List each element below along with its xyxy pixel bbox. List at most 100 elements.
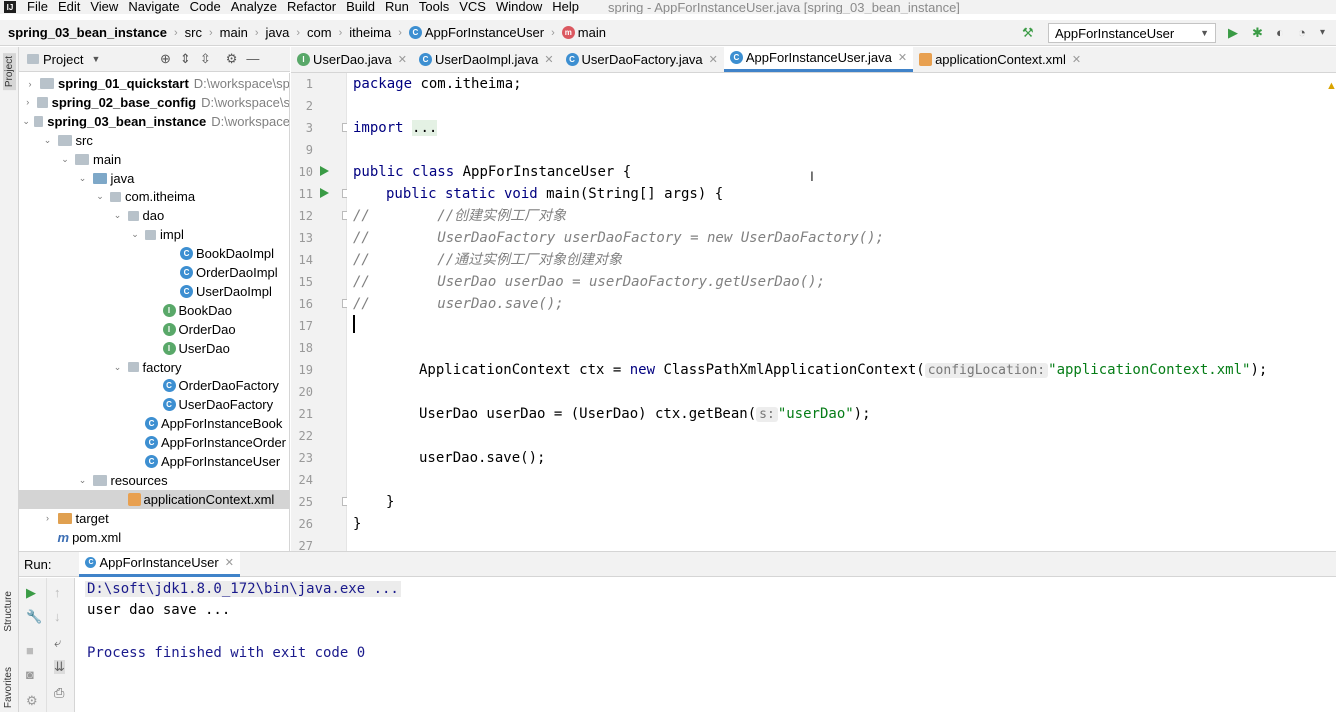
run-configuration-select[interactable]: AppForInstanceUser ▼ bbox=[1048, 23, 1216, 43]
tree-item[interactable]: › spring_02_base_config D:\workspace\s bbox=[19, 93, 289, 112]
tree-item[interactable]: ⌄ com.itheima bbox=[19, 187, 289, 206]
tree-item[interactable]: ⌄ factory bbox=[19, 358, 289, 377]
print-icon[interactable]: ⎙ bbox=[54, 686, 64, 700]
close-icon[interactable]: ✕ bbox=[898, 51, 907, 64]
breadcrumb-project[interactable]: spring_03_bean_instance bbox=[8, 25, 167, 40]
more-chevron-icon[interactable]: ▾ bbox=[1320, 26, 1325, 40]
chevron-down-icon[interactable]: ⌄ bbox=[94, 191, 106, 202]
tree-item[interactable]: ⌄ src bbox=[19, 131, 289, 150]
camera-icon[interactable]: ◙ bbox=[26, 668, 34, 682]
tree-item[interactable]: ⌄ java bbox=[19, 169, 289, 188]
chevron-down-icon[interactable]: ⌄ bbox=[59, 154, 71, 165]
close-icon[interactable]: ✕ bbox=[398, 53, 407, 66]
tool-window-project[interactable]: Project bbox=[3, 53, 16, 91]
breadcrumb-method[interactable]: m main bbox=[561, 25, 606, 40]
menu-code[interactable]: Code bbox=[190, 0, 221, 14]
project-view-selector[interactable]: Project bbox=[43, 52, 83, 67]
close-icon[interactable]: ✕ bbox=[225, 556, 234, 569]
breadcrumb-main[interactable]: main bbox=[220, 25, 248, 40]
expand-all-icon[interactable]: ⇕ bbox=[180, 51, 191, 67]
menu-refactor[interactable]: Refactor bbox=[287, 0, 336, 14]
tree-item[interactable]: C OrderDaoImpl bbox=[19, 263, 289, 282]
tab-userdaoimpl[interactable]: C UserDaoImpl.java ✕ bbox=[413, 47, 560, 72]
tree-item[interactable]: › target bbox=[19, 509, 289, 528]
chevron-down-icon[interactable]: ⌄ bbox=[129, 229, 141, 240]
breadcrumb-java[interactable]: java bbox=[266, 25, 290, 40]
menu-edit[interactable]: Edit bbox=[58, 0, 80, 14]
gear-icon[interactable]: ⚙ bbox=[226, 51, 238, 67]
tree-item[interactable]: m pom.xml bbox=[19, 528, 289, 547]
tree-item[interactable]: ⌄ spring_03_bean_instance D:\workspace bbox=[19, 112, 289, 131]
wrench-icon[interactable]: 🔧 bbox=[26, 610, 42, 624]
breadcrumb-src[interactable]: src bbox=[185, 25, 202, 40]
soft-wrap-icon[interactable]: ⤶ bbox=[54, 636, 61, 650]
tree-item[interactable]: C UserDaoFactory bbox=[19, 395, 289, 414]
settings-icon[interactable]: ⚙ bbox=[26, 694, 38, 708]
tree-item[interactable]: ⌄ dao bbox=[19, 206, 289, 225]
arrow-down-icon[interactable]: ↓ bbox=[54, 610, 61, 624]
hide-icon[interactable]: — bbox=[246, 51, 259, 67]
tab-applicationcontext-xml[interactable]: applicationContext.xml ✕ bbox=[913, 47, 1087, 72]
locate-icon[interactable]: ⊕ bbox=[160, 51, 171, 67]
menu-build[interactable]: Build bbox=[346, 0, 375, 14]
tree-item[interactable]: ⌄ main bbox=[19, 150, 289, 169]
warning-icon[interactable]: ▲ bbox=[1326, 80, 1336, 92]
stop-icon[interactable]: ■ bbox=[26, 644, 34, 658]
tree-item[interactable]: C OrderDaoFactory bbox=[19, 376, 289, 395]
coverage-icon[interactable]: ◐ bbox=[1276, 26, 1284, 40]
menu-vcs[interactable]: VCS bbox=[459, 0, 486, 14]
tree-item[interactable]: C BookDaoImpl bbox=[19, 244, 289, 263]
tab-appforinstanceuser[interactable]: C AppForInstanceUser.java ✕ bbox=[723, 46, 914, 72]
tree-item[interactable]: ⌄ resources bbox=[19, 471, 289, 490]
tree-item[interactable]: ⌄ impl bbox=[19, 225, 289, 244]
run-tab[interactable]: C AppForInstanceUser ✕ bbox=[79, 551, 240, 577]
profile-icon[interactable]: ◔ bbox=[1298, 26, 1306, 40]
tree-item[interactable]: C AppForInstanceBook bbox=[19, 414, 289, 433]
arrow-up-icon[interactable]: ↑ bbox=[54, 586, 61, 600]
menu-analyze[interactable]: Analyze bbox=[231, 0, 277, 14]
rerun-icon[interactable]: ▶ bbox=[26, 586, 36, 600]
breadcrumb-com[interactable]: com bbox=[307, 25, 332, 40]
run-icon[interactable]: ▶ bbox=[1228, 26, 1238, 40]
debug-icon[interactable]: ✱ bbox=[1252, 26, 1263, 40]
chevron-down-icon[interactable]: ⌄ bbox=[77, 475, 89, 486]
menu-navigate[interactable]: Navigate bbox=[128, 0, 179, 14]
tree-item[interactable]: I OrderDao bbox=[19, 320, 289, 339]
menu-help[interactable]: Help bbox=[552, 0, 579, 14]
console-output[interactable]: D:\soft\jdk1.8.0_172\bin\java.exe ... us… bbox=[75, 578, 1336, 712]
tab-userdao[interactable]: I UserDao.java ✕ bbox=[291, 47, 413, 72]
chevron-down-icon[interactable]: ⌄ bbox=[112, 362, 124, 373]
menu-window[interactable]: Window bbox=[496, 0, 542, 14]
tree-item[interactable]: C AppForInstanceUser bbox=[19, 452, 289, 471]
chevron-right-icon[interactable]: › bbox=[23, 97, 33, 107]
folded-imports[interactable]: ... bbox=[412, 120, 438, 136]
chevron-down-icon[interactable]: ⌄ bbox=[77, 173, 89, 184]
menu-tools[interactable]: Tools bbox=[419, 0, 449, 14]
tree-item[interactable]: I BookDao bbox=[19, 301, 289, 320]
breadcrumb-itheima[interactable]: itheima bbox=[349, 25, 391, 40]
tool-window-structure[interactable]: Structure bbox=[3, 591, 14, 632]
tab-userdaofactory[interactable]: C UserDaoFactory.java ✕ bbox=[560, 47, 724, 72]
run-gutter-icon[interactable] bbox=[320, 188, 329, 198]
chevron-down-icon[interactable]: ⌄ bbox=[22, 116, 30, 127]
tool-window-favorites[interactable]: Favorites bbox=[3, 667, 14, 708]
menu-file[interactable]: File bbox=[27, 0, 48, 14]
code-editor[interactable]: package com.itheima; import ... public c… bbox=[347, 73, 1336, 551]
tree-item[interactable]: › spring_01_quickstart D:\workspace\sp bbox=[19, 74, 290, 93]
close-icon[interactable]: ✕ bbox=[544, 53, 553, 66]
close-icon[interactable]: ✕ bbox=[709, 53, 718, 66]
collapse-all-icon[interactable]: ⇳ bbox=[200, 51, 211, 67]
tree-item[interactable]: I UserDao bbox=[19, 339, 289, 358]
chevron-right-icon[interactable]: › bbox=[24, 79, 36, 89]
tree-item[interactable]: C UserDaoImpl bbox=[19, 282, 289, 301]
tree-item[interactable]: applicationContext.xml bbox=[19, 489, 289, 509]
build-hammer-icon[interactable]: ⚒ bbox=[1022, 26, 1034, 40]
scroll-to-end-icon[interactable]: ⇊ bbox=[54, 660, 65, 674]
chevron-right-icon[interactable]: › bbox=[42, 513, 54, 523]
chevron-down-icon[interactable]: ▼ bbox=[91, 54, 100, 64]
chevron-down-icon[interactable]: ⌄ bbox=[42, 135, 54, 146]
run-gutter-icon[interactable] bbox=[320, 166, 329, 176]
tree-item[interactable]: C AppForInstanceOrder bbox=[19, 433, 289, 452]
menu-view[interactable]: View bbox=[90, 0, 118, 14]
menu-run[interactable]: Run bbox=[385, 0, 409, 14]
